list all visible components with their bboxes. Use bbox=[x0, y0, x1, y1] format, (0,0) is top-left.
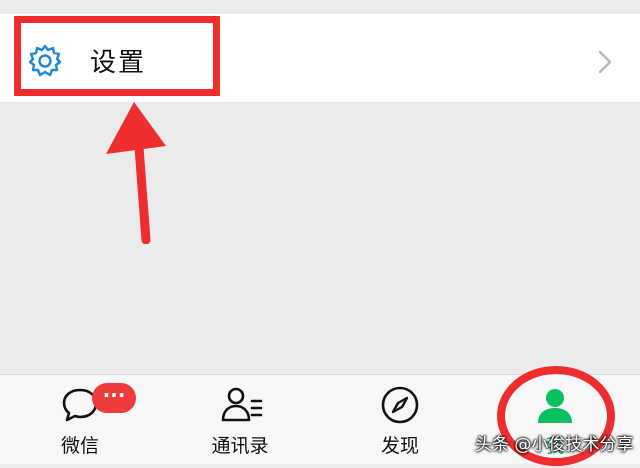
unread-badge: ··· bbox=[92, 383, 136, 413]
chevron-right-icon bbox=[598, 50, 612, 74]
tab-label-wechat: 微信 bbox=[60, 435, 99, 457]
contacts-icon bbox=[221, 387, 263, 422]
annotation-highlight-box bbox=[14, 16, 220, 96]
tab-discover[interactable]: 发现 bbox=[350, 375, 450, 464]
watermark: 头条 @小俊技术分享 bbox=[475, 435, 634, 455]
annotation-arrow bbox=[106, 102, 166, 244]
compass-icon bbox=[381, 386, 419, 424]
tab-label-discover: 发现 bbox=[380, 435, 419, 457]
top-strip bbox=[0, 0, 640, 14]
tab-contacts[interactable]: 通讯录 bbox=[190, 375, 290, 464]
tab-label-contacts: 通讯录 bbox=[211, 435, 269, 457]
